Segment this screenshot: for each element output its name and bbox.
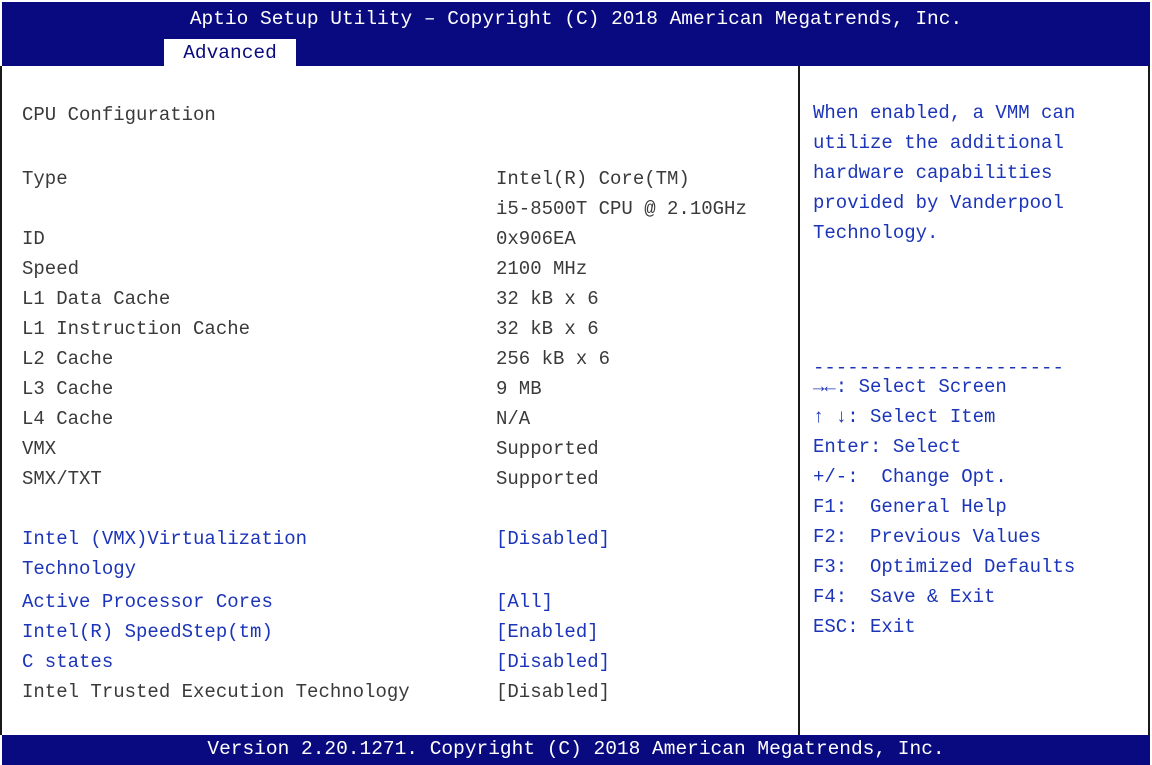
option-c-states[interactable]: C states bbox=[22, 650, 113, 674]
option-active-processor-cores-value[interactable]: [All] bbox=[496, 590, 553, 614]
info-label-l1-instruction-cache: L1 Instruction Cache bbox=[22, 318, 251, 340]
info-label-l3-cache: L3 Cache bbox=[22, 378, 114, 400]
info-label-smx-txt: SMX/TXT bbox=[22, 468, 102, 490]
key-legend: →←: Select Screen ↑ ↓: Select Item Enter… bbox=[813, 372, 1075, 642]
key-save-exit: F4: Save & Exit bbox=[813, 586, 996, 608]
info-value-vmx: Supported bbox=[496, 438, 599, 460]
info-label-speed: Speed bbox=[22, 258, 80, 280]
option-vmx-virtualization[interactable]: Intel (VMX)Virtualization bbox=[22, 527, 307, 551]
info-label-l1-data-cache: L1 Data Cache bbox=[22, 288, 171, 310]
key-select-item: ↑ ↓: Select Item bbox=[813, 406, 996, 428]
info-value-speed: 2100 MHz bbox=[496, 258, 588, 280]
info-value-id: 0x906EA bbox=[496, 228, 576, 250]
option-vmx-virtualization-value[interactable]: [Disabled] bbox=[496, 527, 610, 551]
key-previous-values: F2: Previous Values bbox=[813, 526, 1042, 548]
key-optimized-defaults: F3: Optimized Defaults bbox=[813, 556, 1076, 578]
option-c-states-value[interactable]: [Disabled] bbox=[496, 650, 610, 674]
info-value-smx-txt: Supported bbox=[496, 468, 599, 490]
option-vmx-virtualization-line2[interactable]: Technology bbox=[22, 557, 136, 581]
option-trusted-execution-value: [Disabled] bbox=[496, 681, 611, 703]
section-title: CPU Configuration bbox=[22, 104, 216, 126]
title-bar: Aptio Setup Utility – Copyright (C) 2018… bbox=[2, 2, 1150, 68]
option-speedstep-value[interactable]: [Enabled] bbox=[496, 620, 599, 644]
info-value-l3-cache: 9 MB bbox=[496, 378, 542, 400]
info-label-type: Type bbox=[22, 168, 68, 190]
info-label-id: ID bbox=[22, 228, 45, 250]
help-description: When enabled, a VMM can utilize the addi… bbox=[813, 102, 1087, 244]
utility-title: Aptio Setup Utility – Copyright (C) 2018… bbox=[189, 8, 963, 30]
info-value-l1-instruction-cache: 32 kB x 6 bbox=[496, 318, 599, 340]
panel-divider bbox=[798, 66, 800, 735]
key-enter-select: Enter: Select bbox=[813, 436, 962, 458]
version-footer: Version 2.20.1271. Copyright (C) 2018 Am… bbox=[2, 735, 1150, 765]
tab-advanced[interactable]: Advanced bbox=[164, 39, 296, 68]
info-value-type-line2: i5-8500T CPU @ 2.10GHz bbox=[496, 198, 747, 220]
option-active-processor-cores[interactable]: Active Processor Cores bbox=[22, 590, 273, 614]
info-label-l4-cache: L4 Cache bbox=[22, 408, 114, 430]
key-select-screen: →←: Select Screen bbox=[813, 376, 1007, 398]
info-label-vmx: VMX bbox=[22, 438, 57, 460]
key-general-help: F1: General Help bbox=[813, 496, 1007, 518]
option-speedstep[interactable]: Intel(R) SpeedStep(tm) bbox=[22, 620, 273, 644]
option-trusted-execution: Intel Trusted Execution Technology bbox=[22, 681, 410, 703]
key-exit: ESC: Exit bbox=[813, 616, 916, 638]
info-value-type: Intel(R) Core(TM) bbox=[496, 168, 690, 190]
info-value-l4-cache: N/A bbox=[496, 408, 531, 430]
info-value-l1-data-cache: 32 kB x 6 bbox=[496, 288, 599, 310]
key-change-opt: +/-: Change Opt. bbox=[813, 466, 1007, 488]
info-value-l2-cache: 256 kB x 6 bbox=[496, 348, 611, 370]
info-label-l2-cache: L2 Cache bbox=[22, 348, 114, 370]
